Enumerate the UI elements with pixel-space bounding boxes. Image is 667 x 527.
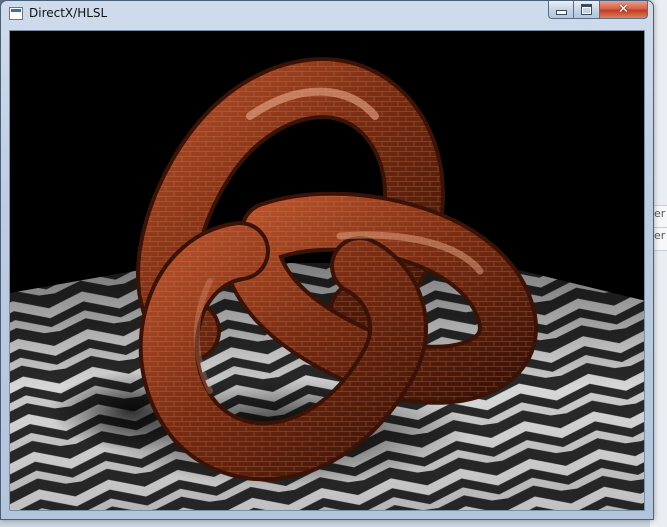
window-title: DirectX/HLSL bbox=[29, 6, 108, 20]
title-bar[interactable]: DirectX/HLSL ✕ bbox=[1, 1, 653, 27]
app-window-icon[interactable] bbox=[9, 7, 23, 20]
close-button[interactable]: ✕ bbox=[600, 1, 648, 19]
3d-scene bbox=[10, 31, 644, 510]
minimize-icon bbox=[555, 10, 567, 15]
background-text-fragment: er bbox=[654, 229, 666, 242]
app-window: DirectX/HLSL ✕ bbox=[0, 0, 654, 520]
maximize-icon bbox=[581, 4, 592, 15]
window-controls: ✕ bbox=[548, 1, 648, 20]
background-text-fragment: er bbox=[654, 207, 666, 220]
minimize-button[interactable] bbox=[548, 1, 574, 19]
maximize-button[interactable] bbox=[574, 1, 600, 19]
render-viewport[interactable] bbox=[9, 30, 645, 511]
close-icon: ✕ bbox=[618, 2, 629, 17]
